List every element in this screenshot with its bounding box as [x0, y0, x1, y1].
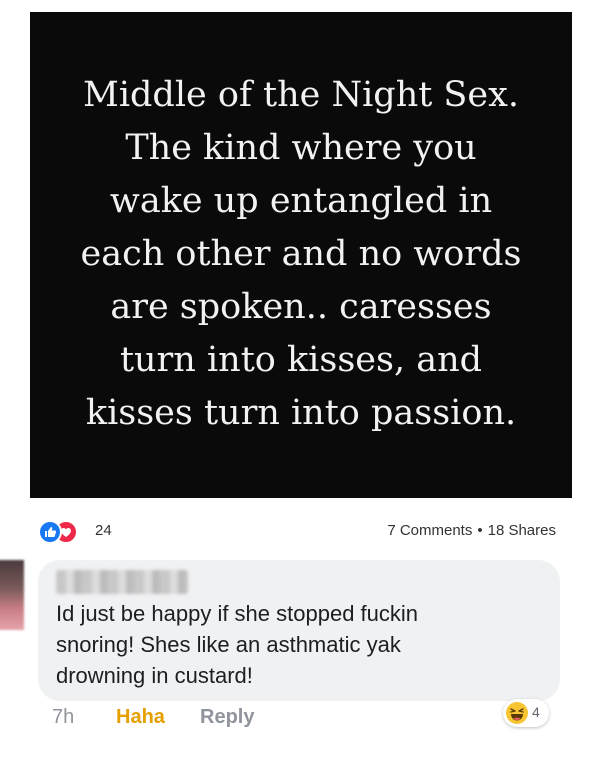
- post-image-text: Middle of the Night Sex. The kind where …: [36, 69, 566, 440]
- comment-text-line: snoring! Shes like an asthmatic yak: [56, 632, 401, 657]
- image-text-line: kisses turn into passion.: [85, 392, 517, 433]
- image-text-line: are spoken.. caresses: [110, 286, 492, 327]
- image-text-line: wake up entangled in: [109, 180, 493, 221]
- commenter-avatar[interactable]: [0, 560, 24, 630]
- commenter-name-blurred[interactable]: [56, 570, 188, 594]
- comment-text-line: Id just be happy if she stopped fuckin: [56, 601, 419, 626]
- comment-reaction-count: 4: [532, 704, 540, 720]
- shares-link[interactable]: 18 Shares: [488, 522, 556, 539]
- comment-text: Id just be happy if she stopped fuckin s…: [56, 598, 551, 691]
- haha-button[interactable]: Haha: [116, 706, 165, 729]
- comment-text-line: drowning in custard!: [56, 663, 253, 688]
- reaction-icons[interactable]: [38, 518, 82, 544]
- post-image[interactable]: Middle of the Night Sex. The kind where …: [30, 12, 572, 498]
- post-counts: 7 Comments • 18 Shares: [387, 522, 556, 539]
- like-icon: [38, 520, 62, 544]
- reaction-count[interactable]: 24: [95, 522, 112, 539]
- comments-link[interactable]: 7 Comments: [387, 522, 472, 539]
- comment-reactions[interactable]: 4: [503, 699, 549, 727]
- separator-dot: •: [477, 522, 483, 539]
- image-text-line: Middle of the Night Sex.: [83, 74, 519, 115]
- comment-bubble: Id just be happy if she stopped fuckin s…: [38, 560, 560, 701]
- comment-timestamp[interactable]: 7h: [52, 706, 74, 729]
- reply-button[interactable]: Reply: [200, 706, 254, 729]
- image-text-line: each other and no words: [80, 233, 522, 274]
- image-text-line: The kind where you: [125, 127, 477, 168]
- image-text-line: turn into kisses, and: [119, 339, 483, 380]
- haha-icon: [506, 702, 528, 724]
- post-stats-bar: 24 7 Comments • 18 Shares: [38, 516, 558, 546]
